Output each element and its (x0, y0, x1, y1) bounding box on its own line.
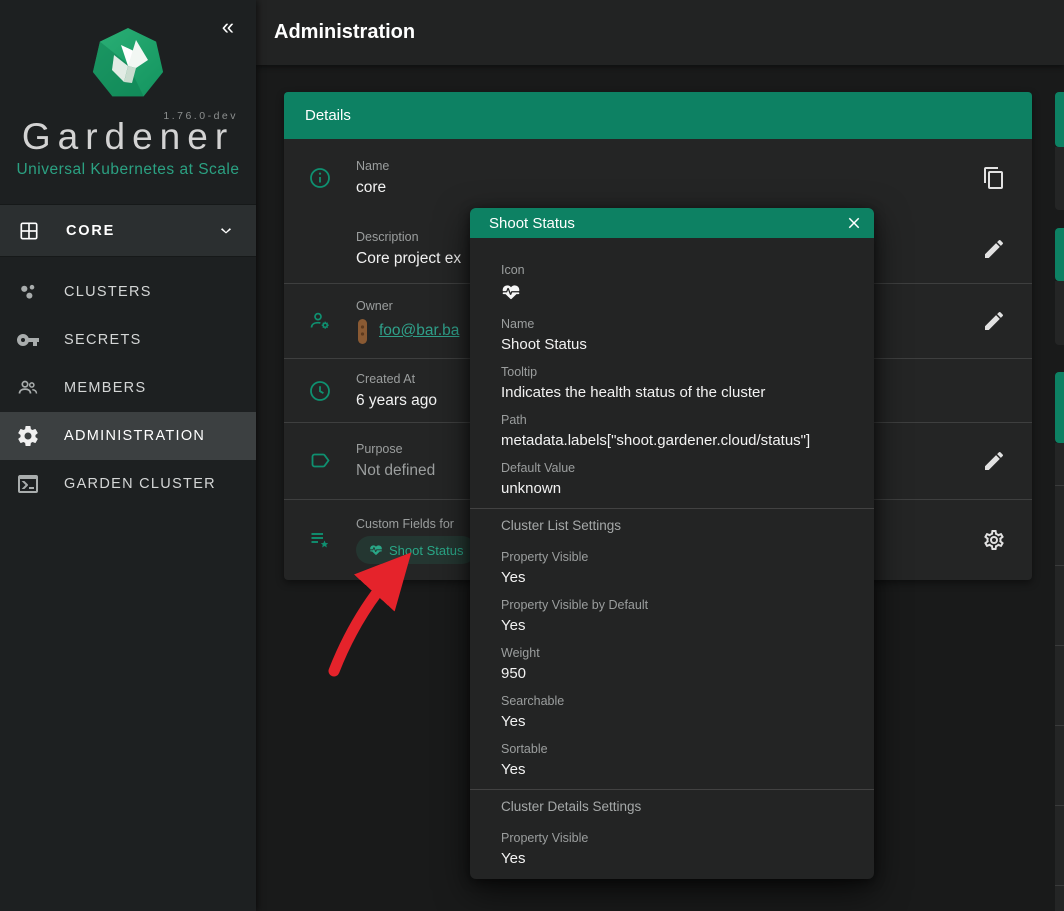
page-title: Administration (274, 21, 415, 44)
field-value: Yes (501, 616, 858, 636)
sidebar-menu: CLUSTERS SECRETS MEMBERS ADMINISTRATION (0, 268, 256, 508)
right-column-cards (1055, 0, 1064, 911)
field-value: Indicates the health status of the clust… (501, 383, 858, 403)
sidebar-item-garden-cluster[interactable]: GARDEN CLUSTER (0, 460, 256, 508)
cutoff-card-body (1055, 281, 1064, 345)
field-value: Yes (501, 849, 858, 869)
divider (470, 508, 874, 509)
popup-field: Sortable Yes (501, 741, 858, 780)
popup-field-tooltip: Tooltip Indicates the health status of t… (501, 364, 858, 403)
field-label: Path (501, 412, 858, 428)
field-value: core (356, 178, 1032, 198)
edit-pencil-icon[interactable] (982, 237, 1006, 261)
popup-header: Shoot Status (470, 208, 874, 238)
field-value: 950 (501, 664, 858, 684)
copy-icon[interactable] (982, 166, 1006, 190)
popup-field-icon: Icon (501, 262, 858, 307)
sidebar-item-label: CLUSTERS (64, 284, 152, 300)
sidebar-item-label: ADMINISTRATION (64, 428, 205, 444)
sidebar-item-label: SECRETS (64, 332, 142, 348)
field-value: metadata.labels["shoot.gardener.cloud/st… (501, 431, 858, 451)
field-label: Name (356, 158, 1032, 174)
gear-icon (16, 424, 40, 448)
sidebar-item-secrets[interactable]: SECRETS (0, 316, 256, 364)
brand-tagline: Universal Kubernetes at Scale (0, 161, 256, 179)
brand-name: Gardener (0, 116, 256, 158)
sidebar-section-core[interactable]: CORE (0, 204, 256, 257)
shoot-status-chip[interactable]: Shoot Status (356, 536, 476, 564)
field-label: Searchable (501, 693, 858, 709)
sidebar-item-administration[interactable]: ADMINISTRATION (0, 412, 256, 460)
heart-pulse-icon (501, 282, 521, 302)
tag-icon (308, 449, 332, 473)
field-value: unknown (501, 479, 858, 499)
owner-avatar (356, 318, 369, 345)
collapse-sidebar-icon[interactable]: « (222, 16, 234, 38)
popup-field: Property Visible Yes (501, 830, 858, 869)
popup-field: Searchable Yes (501, 693, 858, 732)
chevron-down-icon (216, 221, 236, 241)
popup-field-path: Path metadata.labels["shoot.gardener.clo… (501, 412, 858, 451)
popup-field: Property Visible by Default Yes (501, 597, 858, 636)
field-label: Icon (501, 262, 858, 278)
grid-icon (18, 220, 40, 242)
section-header: Cluster Details Settings (501, 798, 858, 815)
edit-pencil-icon[interactable] (982, 309, 1006, 333)
field-label: Property Visible (501, 830, 858, 846)
cutoff-card-header (1055, 372, 1064, 443)
cutoff-card-body (1055, 443, 1064, 911)
chip-label: Shoot Status (389, 543, 463, 558)
field-label: Property Visible by Default (501, 597, 858, 613)
popup-field-name: Name Shoot Status (501, 316, 858, 355)
key-icon (16, 328, 40, 352)
field-value: Yes (501, 712, 858, 732)
info-icon (308, 166, 332, 190)
popup-field-default-value: Default Value unknown (501, 460, 858, 499)
edit-pencil-icon[interactable] (982, 449, 1006, 473)
sidebar-item-label: MEMBERS (64, 380, 146, 396)
sidebar-item-clusters[interactable]: CLUSTERS (0, 268, 256, 316)
details-card-header: Details (284, 92, 1032, 139)
gardener-logo (91, 26, 165, 102)
heart-pulse-icon (369, 543, 383, 557)
divider (470, 789, 874, 790)
cutoff-card-body (1055, 147, 1064, 210)
field-label: Weight (501, 645, 858, 661)
section-label: CORE (66, 223, 216, 239)
popup-title: Shoot Status (489, 215, 845, 232)
popup-body: Icon Name Shoot Status Tooltip Indicates… (470, 238, 874, 869)
card-title: Details (305, 107, 351, 124)
field-label: Name (501, 316, 858, 332)
section-header: Cluster List Settings (501, 517, 858, 534)
field-value: Yes (501, 760, 858, 780)
clusters-icon (16, 280, 40, 304)
sidebar-item-members[interactable]: MEMBERS (0, 364, 256, 412)
sidebar-item-label: GARDEN CLUSTER (64, 476, 216, 492)
field-label: Property Visible (501, 549, 858, 565)
owner-email-link[interactable]: foo@bar.ba (379, 322, 459, 340)
members-icon (16, 376, 40, 400)
popup-field: Weight 950 (501, 645, 858, 684)
field-label: Tooltip (501, 364, 858, 380)
cutoff-card-header (1055, 228, 1064, 281)
field-label: Default Value (501, 460, 858, 476)
field-label: Sortable (501, 741, 858, 757)
shoot-status-popup: Shoot Status Icon Name Shoot Status Tool… (470, 208, 874, 879)
clock-icon (308, 379, 332, 403)
field-value: Yes (501, 568, 858, 588)
field-value: Shoot Status (501, 335, 858, 355)
settings-gear-icon[interactable] (982, 528, 1006, 552)
top-bar: Administration (256, 0, 1064, 65)
name-row: Name core (284, 140, 1032, 215)
cutoff-card-header (1055, 92, 1064, 147)
sidebar: « 1.76.0-dev Gardener Universal Kubernet… (0, 0, 256, 911)
close-icon[interactable] (845, 214, 863, 232)
popup-field: Property Visible Yes (501, 549, 858, 588)
manage-accounts-icon (308, 309, 332, 333)
playlist-star-icon (308, 528, 332, 552)
terminal-icon (16, 472, 40, 496)
